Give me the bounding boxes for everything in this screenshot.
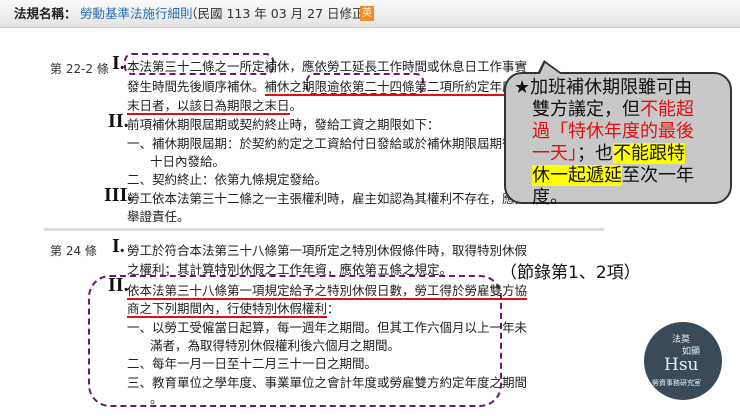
list-item: 一、以勞工受僱當日起算，每一週年之期間。但其工作六個月以上一年未 bbox=[127, 320, 528, 335]
list-item: 二、契約終止：依第九條規定發給。 bbox=[127, 172, 328, 187]
paragraph-line: 前項補休期限屆期或契約終止時，發給工資之期限如下： bbox=[127, 117, 440, 132]
callout-note: ★加班補休期限雖可由 雙方議定，但不能超 過「特休年度的最後 一天」；也不能跟特… bbox=[504, 72, 732, 208]
list-item: 一、補休期限屆期：於契約約定之工資給付日發給或於補休期限屆期後三 bbox=[127, 136, 528, 151]
law-name-label: 法規名稱： bbox=[14, 6, 77, 21]
paragraph-line: 末日者，以該日為期限之末日。 bbox=[127, 98, 303, 115]
logo-text: 勞資事務研究室 bbox=[652, 379, 701, 387]
callout-line: ★加班補休期限雖可由 bbox=[514, 77, 693, 98]
callout-tail-fill bbox=[539, 63, 563, 76]
callout-line: 度。 bbox=[532, 187, 568, 208]
list-item: 三、教育單位之學年度、事業單位之會計年度或勞雇雙方約定年度之期間 bbox=[127, 375, 528, 390]
law-name-link[interactable]: 勞動基準法施行細則 bbox=[80, 0, 193, 27]
paragraph-line: 商之下列期間內，行使特別休假權利： bbox=[127, 301, 340, 318]
logo: 法莫 如顯 Hsu 勞資事務研究室 bbox=[644, 322, 722, 400]
paragraph-line: 依本法第三十八條第一項規定給予之特別休假日數，勞工得於勞雇雙方協 bbox=[127, 283, 528, 300]
logo-text: Hsu bbox=[664, 355, 699, 375]
list-item: 二、每年一月一日至十二月三十一日之期間。 bbox=[127, 356, 378, 371]
callout-line: 休一起遞延至次一年 bbox=[532, 165, 694, 186]
paragraph-numeral: II. bbox=[108, 274, 129, 296]
callout-line: 雙方議定，但不能超 bbox=[532, 99, 694, 120]
paragraph-line: 本法第三十二條之一所定補休，應依勞工延長工作時間或休息日工作事實 bbox=[127, 59, 528, 74]
list-item: 。 bbox=[150, 391, 163, 406]
callout-line: 過「特休年度的最後 bbox=[532, 121, 694, 142]
paragraph-line: 舉證責任。 bbox=[127, 209, 190, 224]
paragraph-numeral: II. bbox=[108, 110, 129, 132]
excerpt-note: （節錄第1、2項） bbox=[500, 263, 641, 283]
english-version-button[interactable]: 英 bbox=[360, 6, 374, 21]
article-number: 第 24 條 bbox=[50, 244, 97, 258]
law-header: 法規名稱： 勞動基準法施行細則 （民國 113 年 03 月 27 日修正） 英 bbox=[0, 0, 740, 28]
paragraph-line: 勞工依本法第三十二條之一主張權利時，雇主如認為其權利不存在，應負 bbox=[127, 191, 528, 206]
paragraph-line: 發生時間先後順序補休。補休之期限逾依第二十四條第二項所約定年度之 bbox=[127, 79, 528, 96]
paragraph-numeral: I. bbox=[112, 235, 125, 257]
article-number: 第 22-2 條 bbox=[50, 62, 109, 76]
list-item: 十日內發給。 bbox=[150, 154, 226, 169]
divider bbox=[44, 228, 604, 231]
amend-date: （民國 113 年 03 月 27 日修正） bbox=[185, 6, 378, 21]
callout-line: 一天」；也不能跟特 bbox=[532, 143, 685, 164]
paragraph-line: 勞工於符合本法第三十八條第一項所定之特別休假條件時，取得特別休假 bbox=[127, 243, 528, 258]
paragraph-numeral: I. bbox=[112, 52, 125, 74]
list-item: 滿者，為取得特別休假權利後六個月之期間。 bbox=[150, 338, 401, 353]
